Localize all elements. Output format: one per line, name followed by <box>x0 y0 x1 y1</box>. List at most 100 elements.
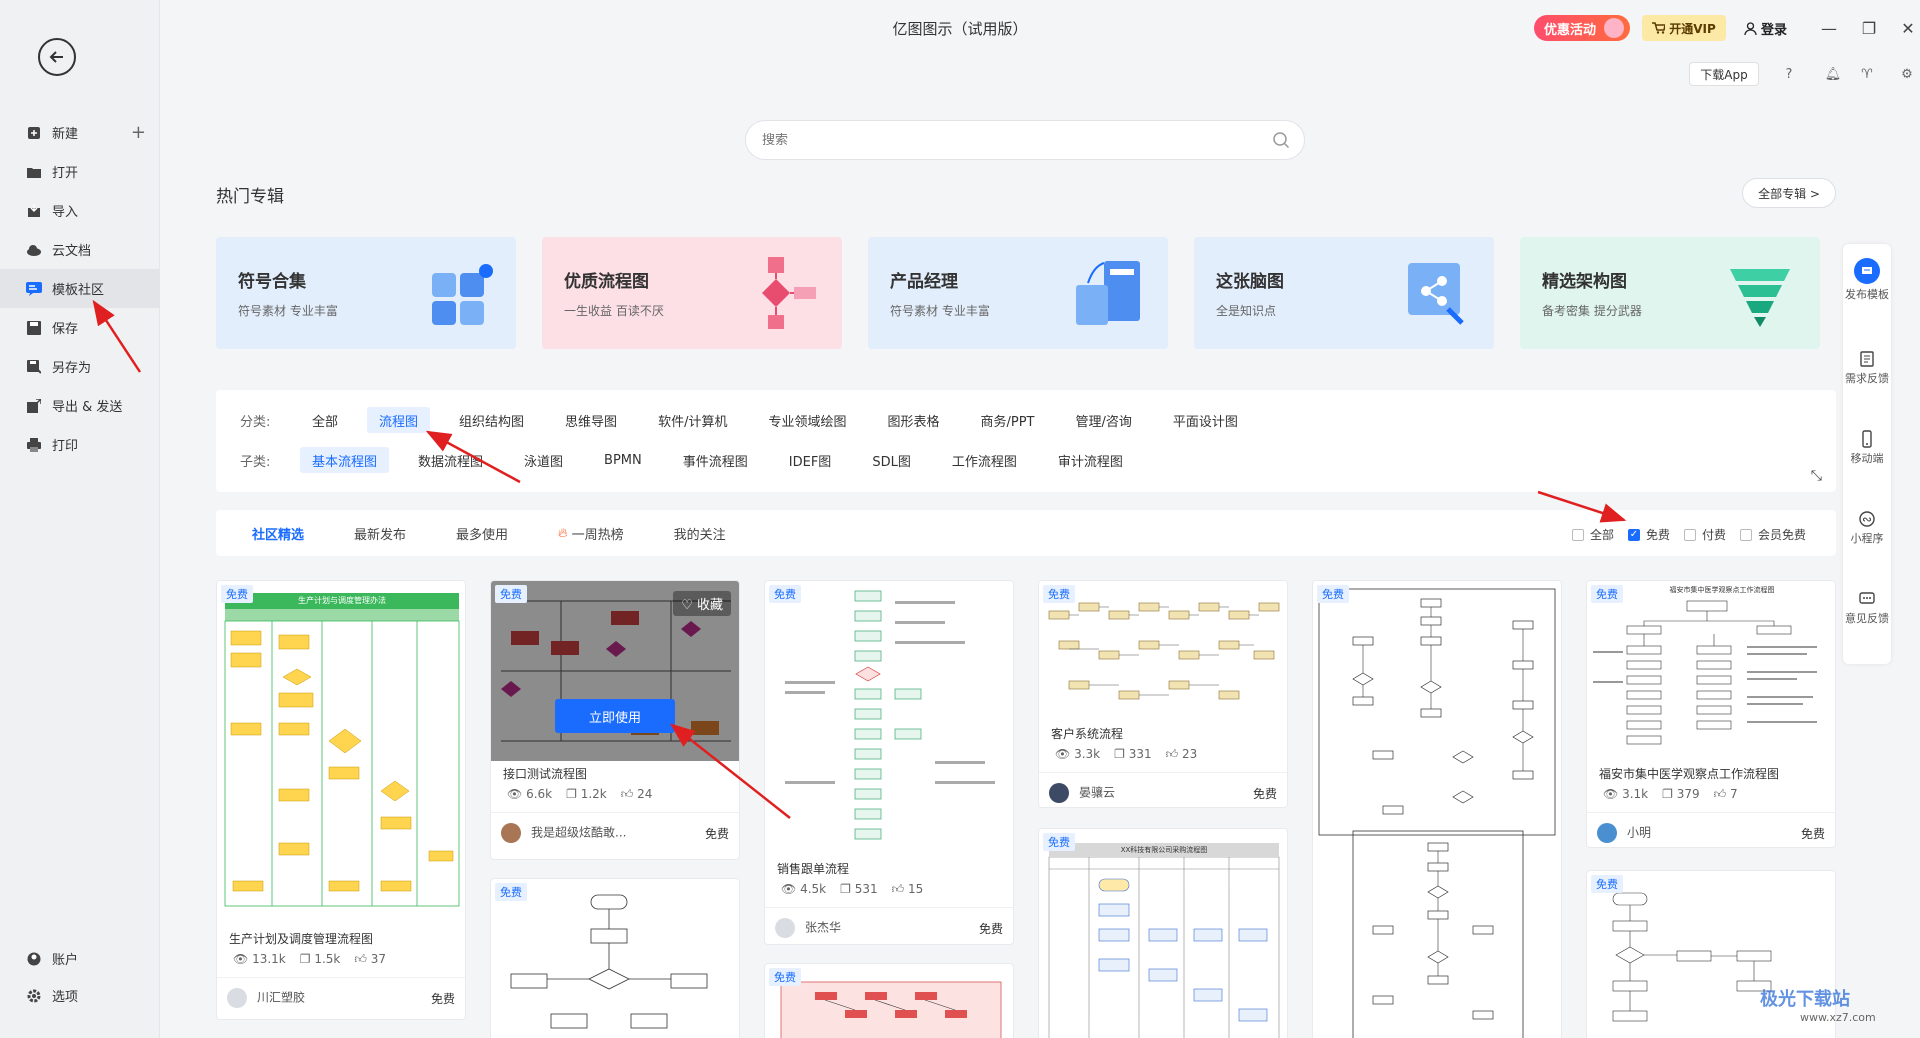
category-chip[interactable]: 图形表格 <box>875 407 951 433</box>
checkbox-member-free[interactable] <box>1739 528 1752 541</box>
price-filters: 全部 ✓ 免费 付费 会员免费 <box>1558 526 1806 543</box>
category-chip[interactable]: 平面设计图 <box>1161 407 1250 433</box>
likes-icon: 👍︎ 15 <box>891 882 924 896</box>
tab-featured[interactable]: 社区精选 <box>216 510 329 556</box>
album-card[interactable]: 这张脑图 全是知识点 <box>1194 237 1494 349</box>
tab-weekly-hot[interactable]: 🔥︎ 一周热榜 <box>533 510 649 556</box>
template-name: 客户系统流程 <box>1051 727 1124 741</box>
album-card[interactable]: 产品经理 符号素材 专业丰富 <box>868 237 1168 349</box>
sidebar-item-print[interactable]: 打印 <box>0 425 160 464</box>
album-card[interactable]: 符号合集 符号素材 专业丰富 <box>216 237 516 349</box>
template-card[interactable]: 免费 生产计划与调度管理办法 生产计划及调度管理流程图 👁︎ 13.1k ❐ 1… <box>216 580 466 1020</box>
sidebar-item-import[interactable]: 导入 <box>0 191 160 230</box>
sidebar-item-save-as[interactable]: 另存为 <box>0 347 160 386</box>
template-card-hovered[interactable]: 免费 ♡ 收藏 立即使用 接口测试流程图 👁︎ 6.6k ❐ 1.2k 👍︎ 2… <box>490 580 740 860</box>
author-name[interactable]: 我是超级炫酷敢... <box>531 826 626 840</box>
rail-mobile[interactable]: 移动端 <box>1843 430 1891 466</box>
restore-button[interactable]: ❐ <box>1855 14 1883 42</box>
category-chip[interactable]: 管理/咨询 <box>1063 407 1143 433</box>
copies-count: 1.5k <box>314 952 341 966</box>
template-card[interactable]: 免费 销售跟单流程 👁︎ 4.5k ❐ 531 👍︎ 15 张杰华 免费 <box>764 580 1014 945</box>
shirt-icon[interactable]: ♈︎ <box>1857 64 1877 84</box>
subcategory-chip[interactable]: 数据流程图 <box>406 447 495 473</box>
template-card[interactable]: 免费 客户系统流程 👁︎ 3.3k ❐ 331 👍︎ 23 晏骧云 免费 <box>1038 580 1288 808</box>
rail-requirement-feedback[interactable]: 需求反馈 <box>1843 350 1891 386</box>
use-template-button[interactable]: 立即使用 <box>555 699 675 733</box>
search-input[interactable] <box>762 132 1242 148</box>
template-card[interactable]: 免费 XX科技有限公司采购流程图 <box>1038 828 1288 1038</box>
rail-mini-program[interactable]: 小程序 <box>1843 510 1891 546</box>
category-chip[interactable]: 全部 <box>300 407 350 433</box>
subcategory-chip-selected[interactable]: 基本流程图 <box>300 447 390 473</box>
template-card[interactable]: 免费 <box>764 963 1014 1038</box>
rail-label: 发布模板 <box>1845 288 1889 301</box>
subcategory-chip[interactable]: 事件流程图 <box>671 447 760 473</box>
sidebar-item-label: 导入 <box>52 205 79 220</box>
author-name[interactable]: 川汇塑胶 <box>257 991 305 1005</box>
tab-most-used[interactable]: 最多使用 <box>431 510 533 556</box>
category-chip[interactable]: 软件/计算机 <box>646 407 739 433</box>
template-card[interactable]: 免费 福安市集中医学观察点工作流程图 福安市集中医学观察点工作流程图 👁︎ 3.… <box>1586 580 1836 848</box>
restore-icon: ❐ <box>1861 18 1877 38</box>
category-chip[interactable]: 商务/PPT <box>968 407 1046 433</box>
checkbox-paid[interactable] <box>1683 528 1696 541</box>
phone-icon <box>1862 430 1872 448</box>
sidebar-item-export[interactable]: 导出 & 发送 <box>0 386 160 425</box>
favorite-button[interactable]: ♡ 收藏 <box>673 591 731 616</box>
add-icon[interactable]: + <box>131 122 146 143</box>
tab-latest[interactable]: 最新发布 <box>329 510 431 556</box>
sidebar-item-template-community[interactable]: 模板社区 <box>0 269 160 308</box>
search-icon[interactable] <box>1272 131 1290 149</box>
collapse-icon[interactable]: ⤡ <box>1811 468 1822 484</box>
product-illustration-icon <box>1076 261 1140 325</box>
chat-icon <box>1859 592 1875 604</box>
free-badge: 免费 <box>495 585 527 603</box>
category-chip[interactable]: 组织结构图 <box>447 407 536 433</box>
save-as-icon <box>26 359 42 375</box>
back-button[interactable] <box>38 38 76 76</box>
checkbox-free[interactable]: ✓ <box>1627 528 1640 541</box>
category-chip-selected[interactable]: 流程图 <box>367 407 431 433</box>
sidebar-item-options[interactable]: 选项 <box>0 977 160 1014</box>
author-name[interactable]: 晏骧云 <box>1079 786 1115 800</box>
subcategory-chip[interactable]: 泳道图 <box>512 447 575 473</box>
template-author: 我是超级炫酷敢... 免费 <box>491 812 739 851</box>
subcategory-chip[interactable]: 审计流程图 <box>1046 447 1135 473</box>
checkbox-all[interactable] <box>1571 528 1584 541</box>
category-chip[interactable]: 思维导图 <box>553 407 629 433</box>
sidebar-item-account[interactable]: 账户 <box>0 940 160 977</box>
subcategory-chip[interactable]: SDL图 <box>860 447 923 473</box>
flowchart-thumbnail-icon <box>1048 602 1280 700</box>
settings-icon[interactable]: ⚙ <box>1897 64 1917 84</box>
checkbox-label: 付费 <box>1701 528 1726 542</box>
template-card[interactable]: 免费 <box>490 878 740 1038</box>
subcategory-label: 子类: <box>240 454 271 470</box>
tab-following[interactable]: 我的关注 <box>649 510 751 556</box>
sidebar-item-save[interactable]: 保存 <box>0 308 160 347</box>
sidebar-item-open[interactable]: 打开 <box>0 152 160 191</box>
template-card[interactable]: 免费 <box>1312 580 1562 1038</box>
author-name[interactable]: 小明 <box>1627 826 1651 840</box>
gear-icon <box>26 988 42 1004</box>
album-card[interactable]: 精选架构图 备考密集 提分武器 <box>1520 237 1820 349</box>
subcategory-chip[interactable]: 工作流程图 <box>940 447 1029 473</box>
all-albums-button[interactable]: 全部专辑 > <box>1742 178 1836 208</box>
copies-count: 379 <box>1676 787 1700 801</box>
likes-count: 15 <box>907 882 924 896</box>
sidebar-item-new[interactable]: 新建 + <box>0 113 160 152</box>
rail-feedback[interactable]: 意见反馈 <box>1843 590 1891 626</box>
search-box[interactable] <box>745 120 1305 160</box>
template-thumbnail <box>765 581 1013 856</box>
close-button[interactable]: ✕ <box>1894 14 1920 42</box>
folder-icon <box>26 164 42 180</box>
price-label: 免费 <box>704 826 729 841</box>
sidebar-item-cloud[interactable]: 云文档 <box>0 230 160 269</box>
template-name: 生产计划及调度管理流程图 <box>229 932 374 946</box>
rail-publish-template[interactable]: 发布模板 <box>1843 258 1891 302</box>
subcategory-chip[interactable]: BPMN <box>592 447 654 473</box>
mini-program-icon <box>1859 511 1875 527</box>
album-card[interactable]: 优质流程图 一生收益 百读不厌 <box>542 237 842 349</box>
subcategory-chip[interactable]: IDEF图 <box>777 447 844 473</box>
category-chip[interactable]: 专业领域绘图 <box>756 407 858 433</box>
author-name[interactable]: 张杰华 <box>805 921 841 935</box>
